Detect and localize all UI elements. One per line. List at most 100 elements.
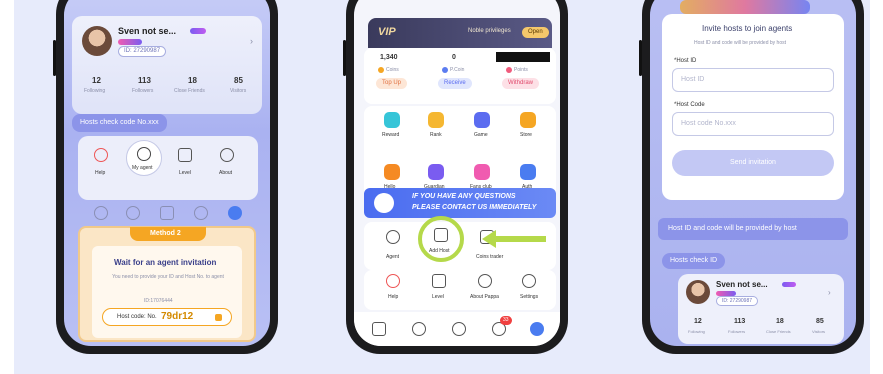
notification-badge: 33 (500, 316, 512, 325)
arrow-shaft (492, 236, 546, 242)
stat-visitors-value[interactable]: 85 (234, 76, 243, 85)
host-code-input[interactable]: Host code No.xxx (672, 112, 834, 136)
live-icon[interactable] (160, 206, 174, 220)
grid-game-label: Game (474, 132, 488, 138)
trophy-icon[interactable] (428, 112, 444, 128)
my-agent-button[interactable]: My agent (126, 140, 162, 176)
host-id-input[interactable]: Host ID (672, 68, 834, 92)
menu-level-label: Level (179, 170, 191, 176)
message-icon[interactable] (194, 206, 208, 220)
copy-icon[interactable] (215, 314, 222, 321)
info-icon[interactable] (220, 148, 234, 162)
gear-icon[interactable] (522, 274, 536, 288)
pcoin-label: P.Coin (450, 67, 465, 73)
arrow-left-icon (482, 230, 496, 248)
profile-id: ID: 27290987 (716, 296, 759, 306)
decoration-strip (680, 0, 810, 14)
withdraw-button[interactable]: Withdraw (502, 78, 540, 89)
vip-badge (190, 28, 206, 34)
method-desc: You need to provide your ID and Host No.… (112, 274, 224, 280)
phone-frame-3: Invite hosts to join agents Host ID and … (639, 0, 864, 354)
gamepad-icon[interactable] (474, 112, 490, 128)
coins-trader-label: Coins trader (476, 254, 504, 260)
host-id-label: *Host ID (674, 58, 697, 64)
coin-icon (378, 67, 384, 73)
stat-visitors-label: Visitors (812, 329, 826, 334)
stat-followers-label: Followers (132, 88, 154, 94)
phone-screen-3: Invite hosts to join agents Host ID and … (650, 0, 856, 346)
stat-following-value[interactable]: 12 (694, 318, 702, 325)
invite-card: Invite hosts to join agents Host ID and … (662, 14, 844, 200)
stat-following-value[interactable]: 12 (92, 76, 101, 85)
noble-banner[interactable]: VIP Noble privileges Open (368, 18, 552, 48)
menu-help-label: Help (95, 170, 106, 176)
compass-icon[interactable] (126, 206, 140, 220)
invite-title: Invite hosts to join agents (702, 24, 793, 33)
live-tab-icon[interactable] (372, 322, 386, 336)
method-tab: Method 2 (130, 227, 206, 241)
reward-icon[interactable] (384, 112, 400, 128)
agent-label: Agent (386, 254, 400, 260)
compass-tab-icon[interactable] (452, 322, 466, 336)
stat-following-label: Following (84, 88, 106, 94)
home-tab-icon[interactable] (412, 322, 426, 336)
stat-friends-label: Close Friends (766, 329, 791, 334)
noble-label: Noble privileges (468, 28, 511, 34)
pcoin-icon (442, 67, 448, 73)
shield-icon[interactable] (428, 164, 444, 180)
info-icon[interactable] (478, 274, 492, 288)
add-host-icon (434, 228, 448, 242)
method-card: Method 2 Wait for an agent invitation Yo… (78, 226, 256, 342)
coins-value: 1,340 (380, 54, 398, 61)
add-host-label: Add Host (429, 248, 450, 254)
stat-friends-value[interactable]: 18 (188, 76, 197, 85)
contact-banner[interactable]: IF YOU HAVE ANY QUESTIONS PLEASE CONTACT… (364, 188, 556, 218)
grid-rank-label: Rank (430, 132, 442, 138)
host-code-value: 79dr12 (161, 311, 194, 322)
stat-followers-label: Followers (728, 329, 746, 334)
pcoin-value: 0 (452, 54, 456, 61)
menu-card: Help My agent Level About (78, 136, 258, 200)
top-up-button[interactable]: Top Up (376, 78, 408, 89)
chevron-right-icon[interactable]: › (828, 288, 831, 297)
contact-line2: PLEASE CONTACT US IMMEDIATELY (412, 204, 537, 211)
tab-bar: 33 (354, 312, 560, 346)
stat-followers-value[interactable]: 113 (138, 76, 151, 85)
method-small-id: ID:17076444 (144, 298, 173, 304)
auth-icon[interactable] (520, 164, 536, 180)
crown-icon[interactable] (178, 148, 192, 162)
send-invitation-button[interactable]: Send invitation (672, 150, 834, 176)
wallet-card: 1,340 Coins Top Up 0 P.Coin Receive Poin… (364, 48, 556, 104)
vip-logo: VIP (378, 26, 396, 38)
stat-friends-value[interactable]: 18 (776, 318, 784, 325)
stat-friends-label: Close Friends (174, 88, 205, 94)
profile-tab-icon[interactable] (530, 322, 544, 336)
phone-frame-1: Sven not se... ID: 27290987 › 12 Followi… (53, 0, 278, 354)
fans-icon[interactable] (474, 164, 490, 180)
receive-button[interactable]: Receive (438, 78, 472, 89)
noble-open-button[interactable]: Open (522, 27, 549, 38)
invite-subtitle: Host ID and code will be provided by hos… (694, 40, 786, 46)
help-icon[interactable] (386, 274, 400, 288)
host-code-label: *Host Code (674, 102, 705, 108)
phone-screen-1: Sven not se... ID: 27290987 › 12 Followi… (64, 0, 270, 346)
add-host-highlight[interactable]: Add Host (418, 216, 464, 262)
help-icon[interactable] (94, 148, 108, 162)
profile-tab-icon[interactable] (228, 206, 242, 220)
chat-icon[interactable] (94, 206, 108, 220)
contact-line1: IF YOU HAVE ANY QUESTIONS (412, 193, 516, 200)
method-title: Method 2 (150, 230, 181, 237)
stat-visitors-label: Visitors (230, 88, 247, 94)
person-icon[interactable] (386, 230, 400, 244)
level-badge (118, 39, 142, 45)
crown-icon[interactable] (432, 274, 446, 288)
hosts-check-chip: Hosts check code No.xxx (72, 114, 167, 132)
bag-icon[interactable] (520, 112, 536, 128)
chevron-right-icon[interactable]: › (250, 36, 253, 46)
stat-followers-value[interactable]: 113 (734, 318, 745, 325)
stat-visitors-value[interactable]: 85 (816, 318, 824, 325)
profile-id: ID: 27290987 (118, 46, 167, 57)
host-code-pill[interactable]: Host code: No. 79dr12 (102, 308, 232, 326)
hello-icon[interactable] (384, 164, 400, 180)
method-heading: Wait for an agent invitation (114, 258, 217, 267)
